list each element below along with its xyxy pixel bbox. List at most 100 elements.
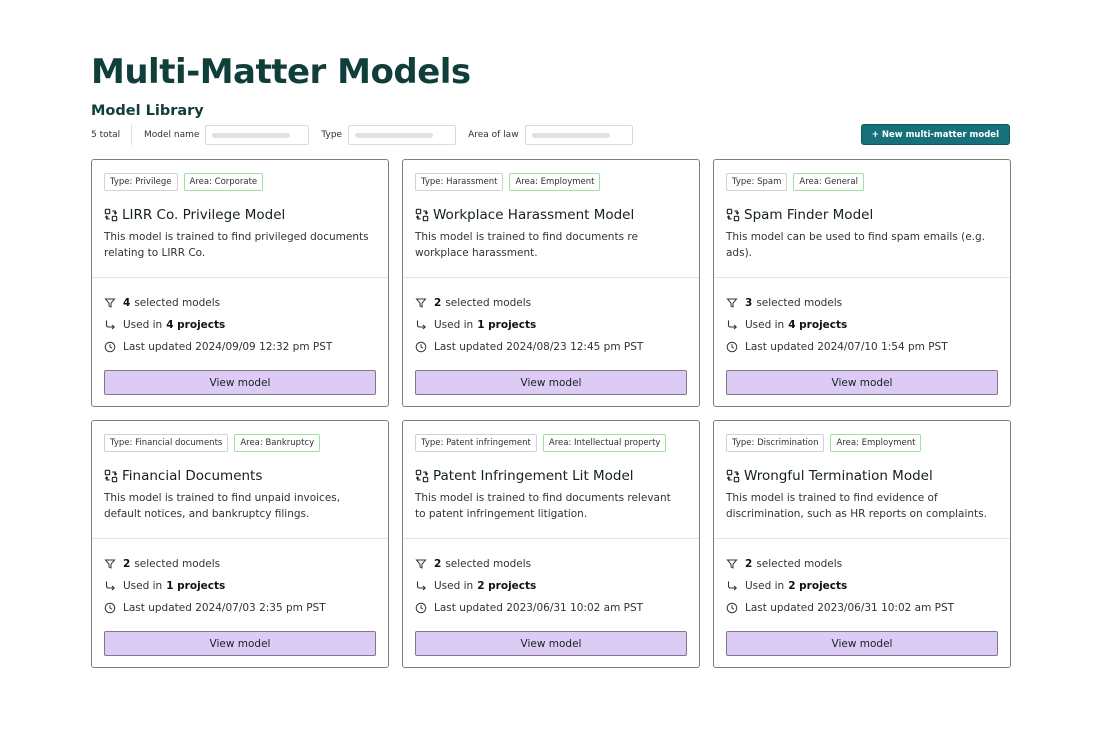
- last-updated-text: Last updated 2024/07/03 2:35 pm PST: [123, 602, 326, 614]
- used-projects: 4 projects: [166, 319, 226, 331]
- clock-icon: [726, 602, 738, 614]
- selected-models-stat: 2 selected models: [726, 553, 998, 575]
- view-model-button[interactable]: View model: [104, 631, 376, 656]
- section-title: Model Library: [91, 103, 204, 119]
- model-swap-icon: [104, 469, 118, 483]
- last-updated-stat: Last updated 2024/09/09 12:32 pm PST: [104, 336, 376, 358]
- arrow-return-icon: [105, 320, 116, 330]
- model-grid: Type: Privilege Area: Corporate LIRR Co.…: [91, 159, 1011, 668]
- selected-count: 2: [434, 297, 442, 309]
- arrow-return-icon: [727, 581, 738, 591]
- used-projects: 4 projects: [788, 319, 848, 331]
- input-placeholder-bar: [212, 132, 291, 138]
- area-tag: Area: Bankruptcy: [234, 434, 321, 452]
- area-tag: Area: Employment: [509, 173, 601, 191]
- area-of-law-filter-label: Area of law: [468, 130, 519, 140]
- used-in-stat: Used in 2 projects: [415, 575, 687, 597]
- model-card: Type: Patent infringement Area: Intellec…: [402, 420, 700, 668]
- model-title: Workplace Harassment Model: [415, 206, 687, 224]
- view-model-button[interactable]: View model: [726, 631, 998, 656]
- area-tag: Area: General: [793, 173, 864, 191]
- used-prefix: Used in: [434, 580, 474, 592]
- tag-row: Type: Spam Area: General: [726, 173, 998, 191]
- selected-label: selected models: [445, 297, 532, 309]
- selected-models-stat: 4 selected models: [104, 292, 376, 314]
- type-tag: Type: Privilege: [104, 173, 178, 191]
- tag-row: Type: Financial documents Area: Bankrupt…: [104, 434, 376, 452]
- tag-row: Type: Privilege Area: Corporate: [104, 173, 376, 191]
- model-description: This model is trained to find documents …: [415, 492, 671, 520]
- used-in-stat: Used in 2 projects: [726, 575, 998, 597]
- selected-models-stat: 2 selected models: [415, 292, 687, 314]
- selected-count: 2: [123, 558, 131, 570]
- model-name-filter-label: Model name: [144, 130, 200, 140]
- area-of-law-filter: Area of law: [468, 125, 633, 145]
- used-prefix: Used in: [123, 580, 163, 592]
- view-model-button[interactable]: View model: [415, 631, 687, 656]
- filter-icon: [415, 559, 427, 569]
- model-swap-icon: [726, 469, 740, 483]
- model-description: This model is trained to find unpaid inv…: [104, 492, 341, 520]
- model-name-input[interactable]: [205, 125, 310, 145]
- used-projects: 2 projects: [477, 580, 537, 592]
- selected-models-stat: 3 selected models: [726, 292, 998, 314]
- type-input[interactable]: [348, 125, 457, 145]
- selected-label: selected models: [756, 558, 843, 570]
- used-in-stat: Used in 4 projects: [726, 314, 998, 336]
- used-prefix: Used in: [434, 319, 474, 331]
- input-placeholder-bar: [531, 132, 610, 138]
- model-name: LIRR Co. Privilege Model: [122, 207, 286, 223]
- last-updated-text: Last updated 2024/09/09 12:32 pm PST: [123, 341, 333, 353]
- model-swap-icon: [415, 469, 429, 483]
- model-card: Type: Privilege Area: Corporate LIRR Co.…: [91, 159, 389, 407]
- selected-models-stat: 2 selected models: [415, 553, 687, 575]
- model-description: This model is trained to find privileged…: [104, 231, 369, 259]
- model-name: Spam Finder Model: [744, 207, 874, 223]
- area-tag: Area: Corporate: [183, 173, 264, 191]
- model-description: This model can be used to find spam emai…: [726, 231, 986, 259]
- input-placeholder-bar: [355, 132, 434, 138]
- selected-models-stat: 2 selected models: [104, 553, 376, 575]
- last-updated-stat: Last updated 2024/07/03 2:35 pm PST: [104, 597, 376, 619]
- model-title: Financial Documents: [104, 467, 376, 485]
- type-filter-label: Type: [321, 130, 343, 140]
- selected-count: 2: [745, 558, 753, 570]
- model-card: Type: Spam Area: General Spam Finder Mod…: [713, 159, 1011, 407]
- model-name: Patent Infringement Lit Model: [433, 468, 634, 484]
- clock-icon: [726, 341, 738, 353]
- new-multi-matter-model-button[interactable]: + New multi-matter model: [860, 124, 1010, 145]
- last-updated-stat: Last updated 2024/07/10 1:54 pm PST: [726, 336, 998, 358]
- last-updated-text: Last updated 2023/06/31 10:02 am PST: [745, 602, 955, 614]
- used-projects: 1 projects: [166, 580, 226, 592]
- type-tag: Type: Financial documents: [104, 434, 229, 452]
- page-title: Multi-Matter Models: [91, 52, 471, 92]
- filter-icon: [726, 559, 738, 569]
- model-card: Type: Discrimination Area: Employment Wr…: [713, 420, 1011, 668]
- last-updated-stat: Last updated 2024/08/23 12:45 pm PST: [415, 336, 687, 358]
- selected-label: selected models: [134, 558, 221, 570]
- area-tag: Area: Employment: [830, 434, 922, 452]
- type-filter: Type: [321, 125, 457, 145]
- model-name: Financial Documents: [122, 468, 263, 484]
- toolbar-divider: [131, 125, 132, 145]
- used-in-stat: Used in 1 projects: [104, 575, 376, 597]
- arrow-return-icon: [416, 581, 427, 591]
- view-model-button[interactable]: View model: [415, 370, 687, 395]
- last-updated-text: Last updated 2024/07/10 1:54 pm PST: [745, 341, 948, 353]
- view-model-button[interactable]: View model: [726, 370, 998, 395]
- tag-row: Type: Patent infringement Area: Intellec…: [415, 434, 687, 452]
- area-tag: Area: Intellectual property: [542, 434, 667, 452]
- selected-count: 3: [745, 297, 753, 309]
- filter-icon: [104, 298, 116, 308]
- model-title: Patent Infringement Lit Model: [415, 467, 687, 485]
- model-swap-icon: [104, 208, 118, 222]
- type-tag: Type: Spam: [726, 173, 788, 191]
- view-model-button[interactable]: View model: [104, 370, 376, 395]
- area-of-law-input[interactable]: [524, 125, 633, 145]
- used-prefix: Used in: [123, 319, 163, 331]
- selected-label: selected models: [134, 297, 221, 309]
- used-in-stat: Used in 4 projects: [104, 314, 376, 336]
- selected-count: 4: [123, 297, 131, 309]
- used-in-stat: Used in 1 projects: [415, 314, 687, 336]
- model-card: Type: Financial documents Area: Bankrupt…: [91, 420, 389, 668]
